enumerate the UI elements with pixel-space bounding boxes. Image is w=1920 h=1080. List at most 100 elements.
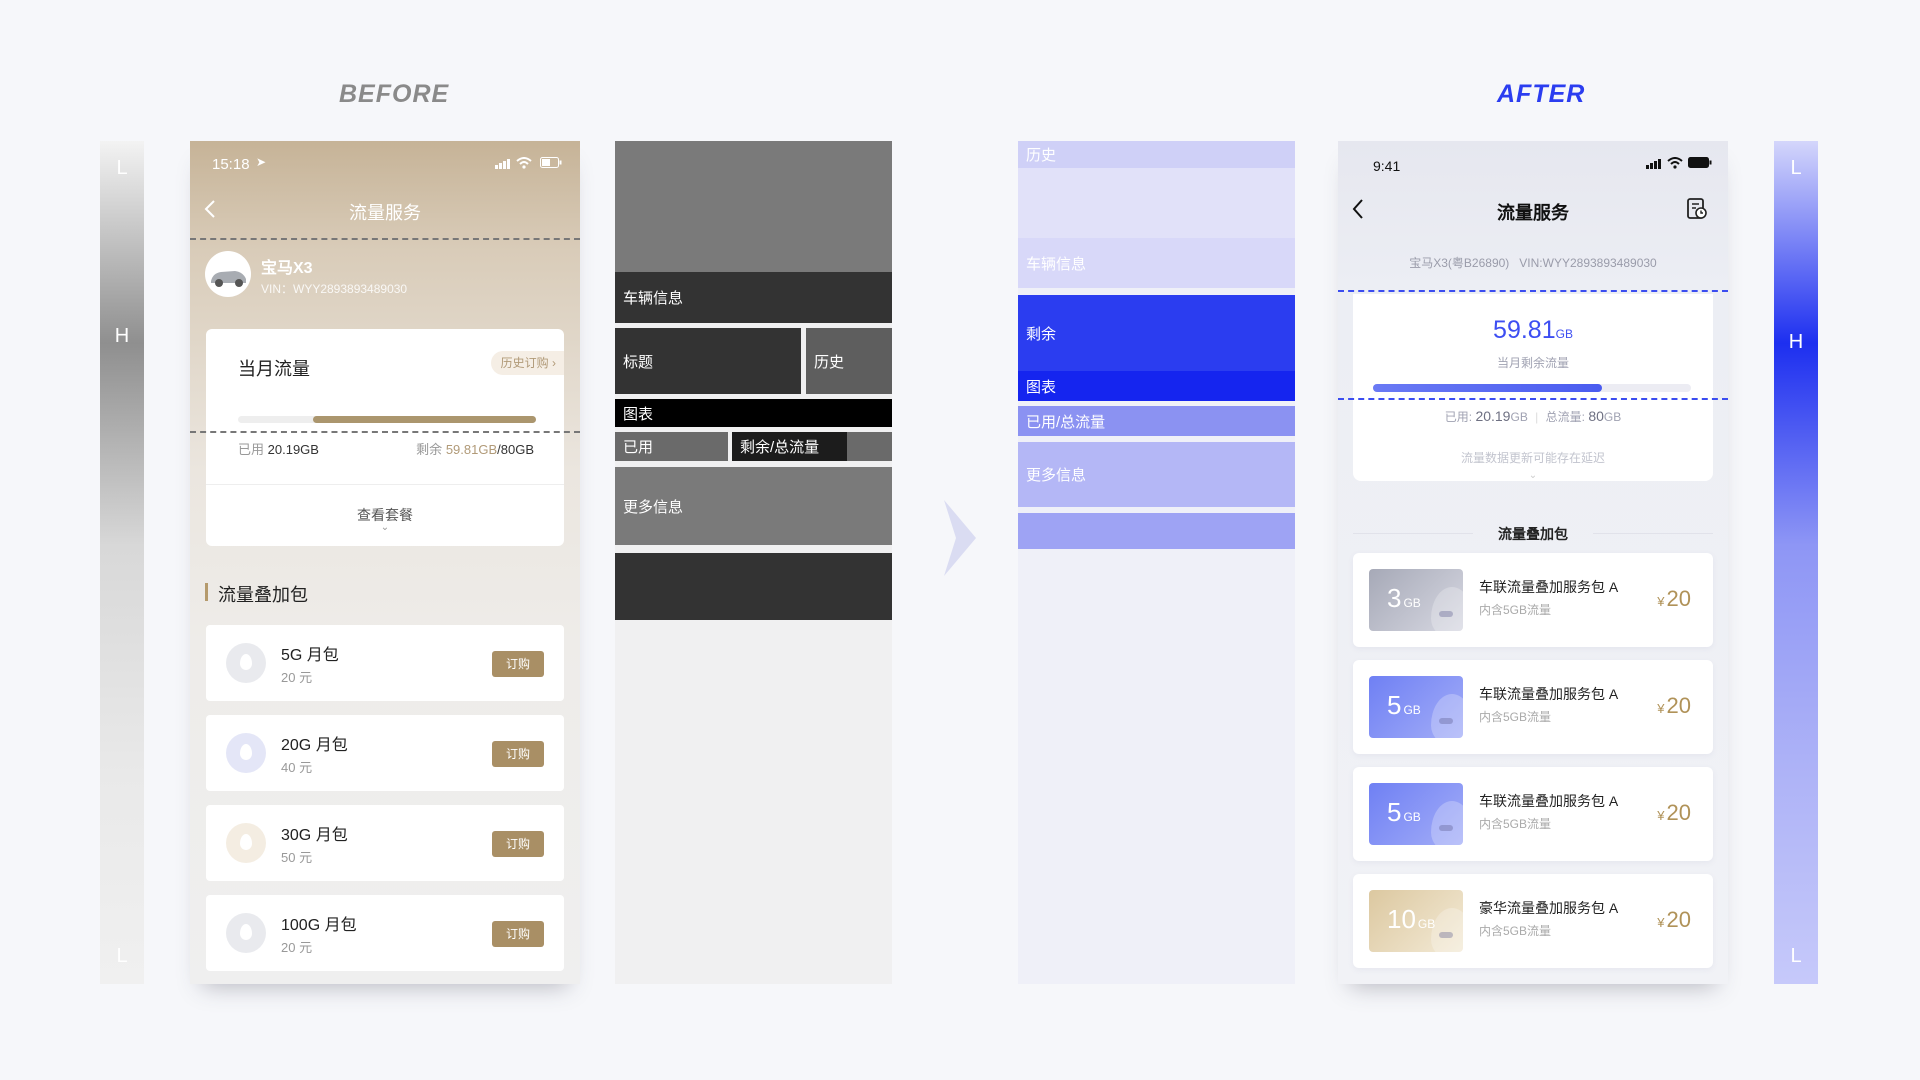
package-size-tile: 3 GB (1369, 569, 1463, 631)
subscribe-button[interactable]: 订购 (492, 741, 544, 767)
drop-icon (1431, 801, 1463, 845)
used-value: 20.19 (1475, 408, 1511, 424)
wf-more-block: 更多信息 (615, 467, 892, 545)
package-price: 20 元 (281, 940, 313, 955)
remaining-value-line: 59.81GB (1353, 316, 1713, 345)
wifi-icon (516, 157, 532, 169)
package-card[interactable]: 5 GB 车联流量叠加服务包 A 内含5GB流量 ¥20 (1353, 767, 1713, 861)
package-card[interactable]: 10 GB 豪华流量叠加服务包 A 内含5GB流量 ¥20 (1353, 874, 1713, 968)
order-history-icon[interactable] (1686, 197, 1708, 221)
wf-used-total-block: 已用/总流量 (1018, 406, 1295, 436)
wf-vehicle-block: 车辆信息 (615, 272, 892, 323)
package-size: 5 GB (1387, 797, 1421, 828)
package-size-tile: 5 GB (1369, 783, 1463, 845)
card-divider (206, 484, 564, 485)
total-value: /80GB (497, 442, 534, 457)
wf-chart-block: 图表 (615, 399, 892, 427)
usage-progress-fill (1373, 384, 1602, 392)
package-size-tile: 10 GB (1369, 890, 1463, 952)
section-rule-right (1593, 533, 1713, 534)
remaining-text: 剩余 59.81GB/80GB (416, 439, 534, 458)
wf-title-label: 标题 (623, 353, 654, 371)
remaining-label: 剩余 (416, 442, 443, 457)
package-desc: 内含5GB流量 (1479, 817, 1552, 831)
bar-label-high: H (114, 325, 130, 347)
wf-more-block: 更多信息 (1018, 442, 1295, 507)
package-price: 20 元 (281, 670, 313, 685)
section-title: 流量叠加包 (1498, 526, 1568, 542)
used-unit: GB (1510, 410, 1528, 424)
chevron-down-icon: ⌄ (380, 522, 390, 533)
view-plans-button[interactable]: 查看套餐 ⌄ (206, 505, 564, 533)
subscribe-button[interactable]: 订购 (492, 921, 544, 947)
used-label: 已用 (238, 442, 265, 457)
wf-history-block: 历史 (806, 328, 892, 394)
package-name: 豪华流量叠加服务包 A (1479, 900, 1619, 916)
after-heading: AFTER (1497, 80, 1586, 108)
remaining-value: 59.81GB (445, 442, 498, 457)
battery-icon (1688, 157, 1712, 168)
wf-remaining-total-label: 剩余/总流量 (740, 439, 820, 456)
package-size-value: 5 (1387, 797, 1402, 827)
wf-header-block (615, 141, 892, 272)
package-size-unit: GB (1417, 917, 1436, 931)
used-text: 已用 20.19GB (238, 439, 319, 458)
package-icon (226, 643, 266, 683)
wf-used-total-label: 已用/总流量 (1026, 413, 1106, 431)
wf-header-block (1018, 168, 1295, 238)
wf-bottom-block (615, 553, 892, 620)
summary-separator: | (1535, 410, 1539, 424)
package-price: ¥20 (1657, 693, 1691, 719)
remaining-label: 当月剩余流量 (1496, 356, 1569, 370)
used-label: 已用: (1444, 410, 1473, 424)
subscribe-button[interactable]: 订购 (492, 831, 544, 857)
price-currency: ¥ (1657, 808, 1665, 823)
package-size: 5 GB (1387, 690, 1421, 721)
status-bar: 15:18 ➤ (190, 141, 580, 186)
package-name: 100G 月包 (281, 917, 357, 934)
drop-icon (1431, 587, 1463, 631)
section-title: 流量叠加包 (218, 585, 308, 605)
car-avatar (205, 251, 251, 297)
card-title: 当月流量 (238, 359, 310, 379)
package-size-tile: 5 GB (1369, 676, 1463, 738)
history-order-button[interactable]: 历史订购 › (490, 351, 564, 375)
price-value: 20 (1666, 800, 1691, 825)
divider-dashed (190, 431, 580, 433)
package-name: 5G 月包 (281, 647, 339, 664)
package-card[interactable]: 5 GB 车联流量叠加服务包 A 内含5GB流量 ¥20 (1353, 660, 1713, 754)
arrow-right-icon (944, 500, 976, 576)
price-currency: ¥ (1657, 594, 1665, 609)
after-wireframe: 历史 车辆信息 剩余 图表 已用/总流量 更多信息 (1018, 141, 1295, 984)
package-desc: 内含5GB流量 (1479, 924, 1552, 938)
package-card[interactable]: 3 GB 车联流量叠加服务包 A 内含5GB流量 ¥20 (1353, 553, 1713, 647)
package-name: 车联流量叠加服务包 A (1479, 579, 1619, 595)
package-icon (226, 733, 266, 773)
remaining-unit: GB (1555, 327, 1573, 341)
wf-more-label: 更多信息 (1026, 467, 1087, 484)
wf-used-block: 已用 (615, 432, 728, 461)
usage-progress-track (1373, 384, 1691, 392)
update-notice: 流量数据更新可能存在延迟 (1460, 451, 1605, 465)
focus-dash-top (1338, 290, 1728, 292)
divider-dashed (190, 238, 580, 240)
package-name: 车联流量叠加服务包 A (1479, 793, 1619, 809)
subscribe-button[interactable]: 订购 (492, 651, 544, 677)
chevron-down-icon[interactable]: ⌄ (1353, 470, 1713, 481)
page-title: 流量服务 (1497, 203, 1569, 223)
bar-label-high: H (1788, 331, 1804, 353)
before-wireframe: 车辆信息 标题 历史 图表 已用 剩余/总流量 更多信息 (615, 141, 892, 984)
package-size-unit: GB (1403, 810, 1421, 824)
package-row: 100G 月包 20 元 订购 (206, 895, 564, 971)
price-value: 20 (1666, 586, 1691, 611)
history-order-label: 历史订购 (500, 356, 549, 370)
total-value: 80 (1588, 408, 1604, 424)
wifi-icon (1667, 157, 1683, 169)
wf-chart-label: 图表 (623, 405, 654, 423)
total-unit: GB (1603, 410, 1622, 424)
car-vin: VIN：WYY2893893489030 (261, 282, 408, 296)
wf-remaining-block: 剩余 (1018, 295, 1295, 371)
drop-icon (1431, 908, 1463, 952)
package-name: 30G 月包 (281, 827, 348, 844)
wf-history-label: 历史 (814, 353, 845, 371)
